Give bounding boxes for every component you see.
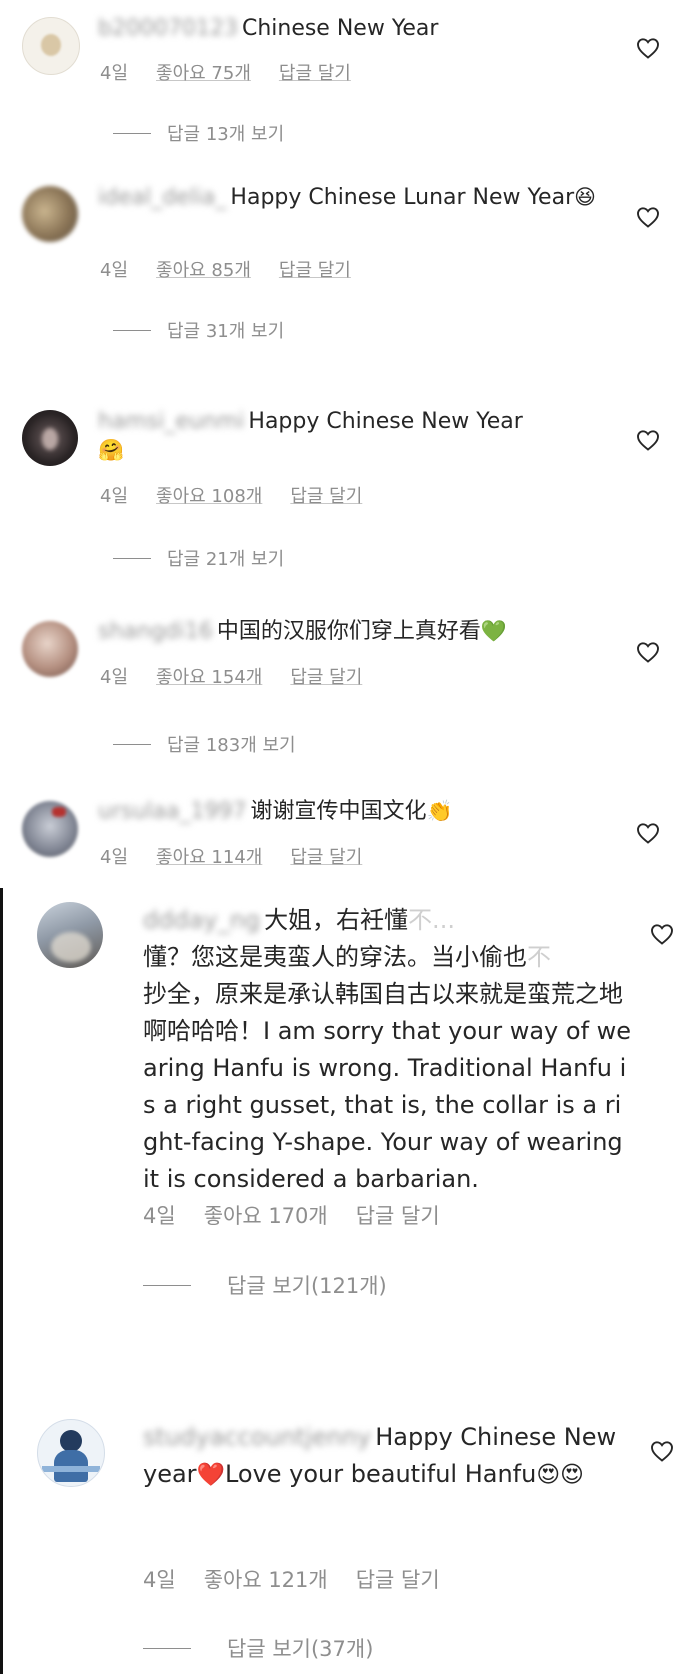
divider <box>143 1647 191 1649</box>
view-replies-label: 답글 보기(37개) <box>227 1637 374 1661</box>
reply-button[interactable]: 답글 달기 <box>279 63 351 84</box>
comment-meta: 4일 좋아요 170개 답글 달기 <box>143 1200 468 1230</box>
view-replies-label: 답글 31개 보기 <box>167 321 285 342</box>
view-replies[interactable]: 답글 21개 보기 <box>113 545 284 571</box>
comment-text-faded: 不... <box>408 906 455 934</box>
username[interactable]: ursulaa_1997 <box>98 797 246 826</box>
view-replies[interactable]: 답글 보기(121개) <box>143 1270 387 1300</box>
comment-text-wrap: hamsi_eunmi Happy Chinese New Year 🤗 <box>98 407 608 465</box>
avatar[interactable] <box>22 410 78 466</box>
likes-count[interactable]: 좋아요 154개 <box>156 667 262 688</box>
divider <box>113 557 151 559</box>
avatar[interactable] <box>37 1419 105 1487</box>
comment-text-wrap: b200070123 Chinese New Year <box>98 14 608 43</box>
comment-text-line2: 懂？您这是夷蛮人的穿法。当小偷也 <box>143 943 527 971</box>
comment-text-wrap: shangdi16 中国的汉服你们穿上真好看💚 <box>98 617 608 646</box>
divider <box>113 329 151 331</box>
likes-count[interactable]: 좋아요 85개 <box>156 260 251 281</box>
timestamp: 4일 <box>143 1204 176 1228</box>
divider <box>113 132 151 134</box>
comment-meta: 4일 좋아요 75개 답글 달기 <box>100 59 379 85</box>
avatar[interactable] <box>22 621 78 677</box>
heart-icon[interactable] <box>636 641 660 663</box>
timestamp: 4일 <box>100 260 129 281</box>
view-replies-label: 답글 보기(121개) <box>227 1274 387 1298</box>
timestamp: 4일 <box>100 486 129 507</box>
comment-text-wrap: studyaccountjenny Happy Chinese New year❤… <box>143 1419 633 1494</box>
username[interactable]: ideal_delia_ <box>98 183 226 212</box>
reply-button[interactable]: 답글 달기 <box>290 667 362 688</box>
comment-meta: 4일 좋아요 121개 답글 달기 <box>143 1564 468 1594</box>
comment-text: Chinese New Year <box>241 16 439 41</box>
comments-section-top: b200070123 Chinese New Year 4일 좋아요 75개 답글 달… <box>0 0 700 888</box>
reply-button[interactable]: 답글 달기 <box>356 1568 440 1592</box>
comment-meta: 4일 좋아요 85개 답글 달기 <box>100 256 379 282</box>
view-replies-label: 답글 21개 보기 <box>167 549 285 570</box>
comment-text-wrap: ursulaa_1997 谢谢宣传中国文化👏 <box>98 797 608 826</box>
divider <box>143 1284 191 1286</box>
emoji-clapping: 👏 <box>426 799 453 823</box>
reply-button[interactable]: 답글 달기 <box>279 260 351 281</box>
username[interactable]: hamsi_eunmi <box>98 407 244 436</box>
emoji-green-heart: 💚 <box>480 619 507 643</box>
timestamp: 4일 <box>100 667 129 688</box>
comment-meta: 4일 좋아요 154개 답글 달기 <box>100 663 390 689</box>
avatar[interactable] <box>22 801 78 857</box>
comment-text-line2-faded: 不 <box>527 943 551 971</box>
likes-count[interactable]: 좋아요 114개 <box>156 847 262 868</box>
comment-text: 大姐，右衽懂 <box>264 906 409 934</box>
section-edge-line <box>0 888 3 1674</box>
likes-count[interactable]: 좋아요 108개 <box>156 486 262 507</box>
comment-text: Happy Chinese Lunar New Year <box>230 185 575 210</box>
avatar[interactable] <box>22 186 78 242</box>
heart-icon[interactable] <box>636 206 660 228</box>
comment-text: Happy Chinese New Year <box>248 409 523 434</box>
comment-text-rest: 抄全，原来是承认韩国自古以来就是蛮荒之地啊哈哈哈！I am sorry that… <box>143 980 632 1193</box>
comment-meta: 4일 좋아요 114개 답글 달기 <box>100 843 390 869</box>
timestamp: 4일 <box>143 1568 176 1592</box>
emoji-heart-eyes: 😍😍 <box>536 1462 584 1488</box>
heart-icon[interactable] <box>636 429 660 451</box>
username[interactable]: shangdi16 <box>98 617 213 646</box>
view-replies[interactable]: 답글 183개 보기 <box>113 731 296 757</box>
comment-text-wrap: ddday_ng 大姐，右衽懂不... 懂？您这是夷蛮人的穿法。当小偷也不抄全，原来… <box>143 902 633 1198</box>
view-replies[interactable]: 답글 31개 보기 <box>113 317 284 343</box>
comment-text-2: Love your beautiful Hanfu <box>224 1460 537 1488</box>
view-replies[interactable]: 답글 13개 보기 <box>113 120 284 146</box>
emoji-hugging: 🤗 <box>98 438 125 462</box>
username[interactable]: studyaccountjenny <box>143 1419 371 1456</box>
likes-count[interactable]: 좋아요 121개 <box>204 1568 328 1592</box>
comment-text: 中国的汉服你们穿上真好看 <box>216 619 481 644</box>
comment-text: 谢谢宣传中国文化 <box>250 799 427 824</box>
view-replies-label: 답글 13개 보기 <box>167 124 285 145</box>
username[interactable]: ddday_ng <box>143 902 260 939</box>
likes-count[interactable]: 좋아요 75개 <box>156 63 251 84</box>
heart-icon[interactable] <box>650 923 674 945</box>
avatar[interactable] <box>22 17 80 75</box>
view-replies[interactable]: 답글 보기(37개) <box>143 1633 373 1663</box>
avatar[interactable] <box>37 902 103 968</box>
comments-screenshot: b200070123 Chinese New Year 4일 좋아요 75개 답글 달… <box>0 0 700 1674</box>
heart-icon[interactable] <box>636 822 660 844</box>
emoji-grinning: 😆 <box>574 185 596 209</box>
timestamp: 4일 <box>100 847 129 868</box>
heart-icon[interactable] <box>636 37 660 59</box>
comment-meta: 4일 좋아요 108개 답글 달기 <box>100 482 390 508</box>
comments-section-bottom: ddday_ng 大姐，右衽懂不... 懂？您这是夷蛮人的穿法。当小偷也不抄全，原来… <box>0 888 700 1674</box>
heart-icon[interactable] <box>650 1440 674 1462</box>
reply-button[interactable]: 답글 달기 <box>290 486 362 507</box>
reply-button[interactable]: 답글 달기 <box>356 1204 440 1228</box>
comment-text-wrap: ideal_delia_ Happy Chinese Lunar New Year… <box>98 183 608 212</box>
view-replies-label: 답글 183개 보기 <box>167 735 296 756</box>
username[interactable]: b200070123 <box>98 14 238 43</box>
reply-button[interactable]: 답글 달기 <box>290 847 362 868</box>
likes-count[interactable]: 좋아요 170개 <box>204 1204 328 1228</box>
emoji-red-heart: ❤️ <box>196 1462 225 1488</box>
timestamp: 4일 <box>100 63 129 84</box>
divider <box>113 743 151 745</box>
